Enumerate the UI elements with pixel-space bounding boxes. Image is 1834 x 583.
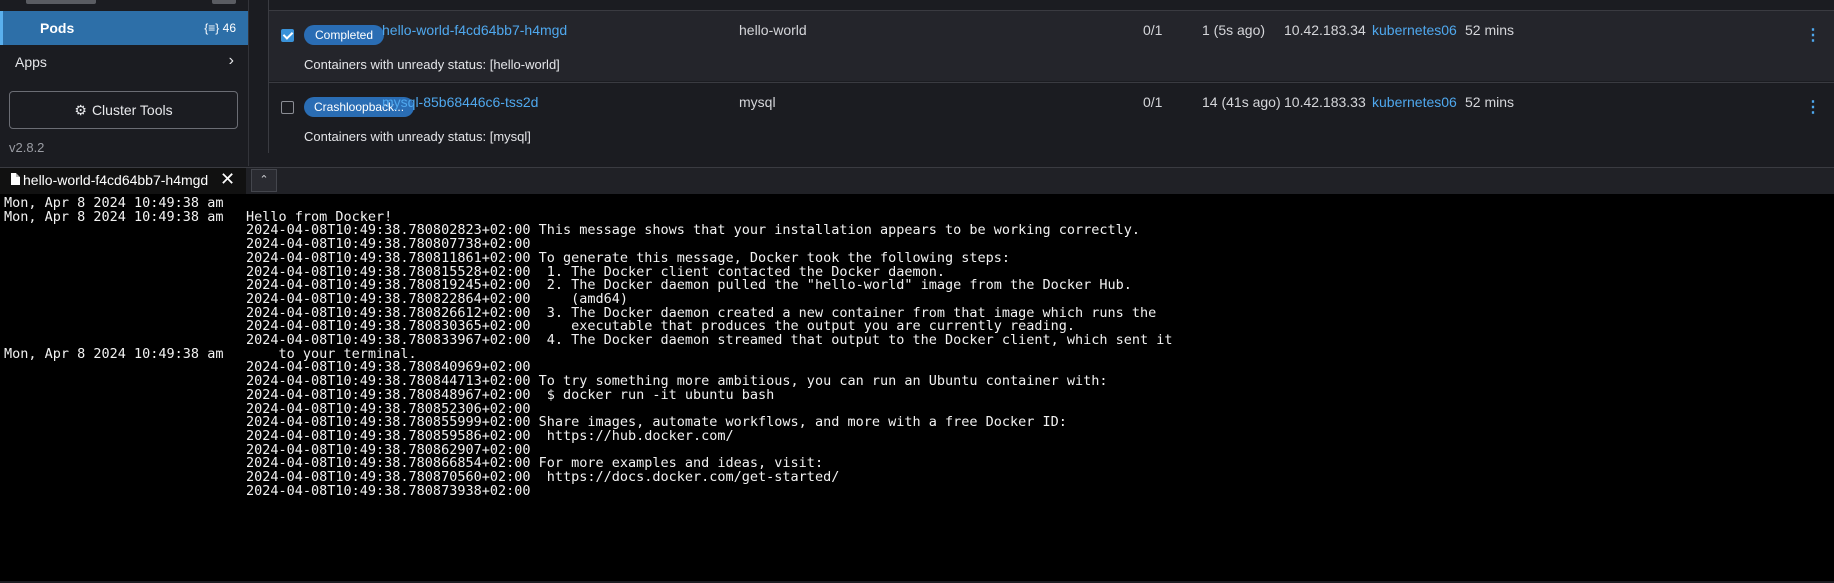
log-output[interactable]: Mon, Apr 8 2024 10:49:38 am Mon, Apr 8 20… [0,194,1834,581]
age-cell: 52 mins [1465,94,1515,110]
sidebar-item-count: {≡} 46 [204,21,236,35]
log-tab[interactable]: hello-world-f4cd64bb7-h4mgd ✕ [0,168,246,194]
sidebar-item-label [26,0,96,4]
version-label: v2.8.2 [9,140,45,155]
row-status-detail: Containers with unready status: [hello-w… [304,57,560,72]
log-message: 2024-04-08T10:49:38.780873938+02:00 [246,482,531,499]
log-timestamp: Mon, Apr 8 2024 10:49:38 am [4,345,224,362]
pod-name-link[interactable]: hello-world-f4cd64bb7-h4mgd [382,22,567,38]
restarts-cell: 1 (5s ago) [1202,22,1266,38]
more-actions-icon[interactable]: ⋮ [1805,25,1821,45]
pods-table-panel: Completed hello-world-f4cd64bb7-h4mgd hell… [250,0,1834,166]
cluster-tools-button[interactable]: ⚙ Cluster Tools [9,91,238,129]
row-checkbox[interactable] [281,29,294,42]
gear-icon: ⚙ [74,101,87,118]
node-link[interactable]: kubernetes06 [1372,22,1457,38]
sidebar-item-pods[interactable]: Pods {≡} 46 [0,11,248,45]
row-checkbox[interactable] [281,101,294,114]
more-actions-icon[interactable]: ⋮ [1805,97,1821,117]
log-tab-label: hello-world-f4cd64bb7-h4mgd [23,172,209,188]
pod-name-link[interactable]: mysql-85b68446c6-tss2d [382,94,538,110]
sidebar-item-label: Pods [40,20,75,36]
table-row[interactable]: Crashloopback... mysql-85b68446c6-tss2d my… [269,82,1834,153]
ready-cell: 0/1 [1143,22,1163,38]
chevron-right-icon: › [228,52,234,69]
expand-panel-button[interactable]: ⌃ [251,169,277,192]
namespace-icon: {≡} [204,21,220,35]
row-status-detail: Containers with unready status: [mysql] [304,129,531,144]
image-cell: mysql [739,94,776,110]
sidebar-item-count [212,0,236,4]
expand-collapse-icon: ⌃ [259,174,269,186]
ready-cell: 0/1 [1143,94,1163,110]
restarts-cell: 14 (41s ago) [1202,94,1281,110]
table-row[interactable]: Completed hello-world-f4cd64bb7-h4mgd hell… [269,11,1834,81]
age-cell: 52 mins [1465,22,1515,38]
status-badge: Completed [304,25,385,45]
log-tab-bar: hello-world-f4cd64bb7-h4mgd ✕ ⌃ [0,167,1834,195]
sidebar-item-statefulsets[interactable] [0,0,248,9]
log-timestamp: Mon, Apr 8 2024 10:49:38 am [4,208,224,225]
node-link[interactable]: kubernetes06 [1372,94,1457,110]
ip-cell: 10.42.183.33 [1284,94,1366,110]
file-icon [11,173,20,185]
image-cell: hello-world [739,22,807,38]
sidebar-item-apps[interactable]: Apps › [0,50,248,74]
sidebar-item-label: Apps [15,54,47,70]
cluster-tools-label: Cluster Tools [91,102,173,118]
ip-cell: 10.42.183.34 [1284,22,1366,38]
pods-table: Completed hello-world-f4cd64bb7-h4mgd hell… [268,0,1834,153]
sidebar: Pods {≡} 46 Apps › ⚙ Cluster Tools v2.8.… [0,0,249,166]
close-icon[interactable]: ✕ [220,169,235,190]
